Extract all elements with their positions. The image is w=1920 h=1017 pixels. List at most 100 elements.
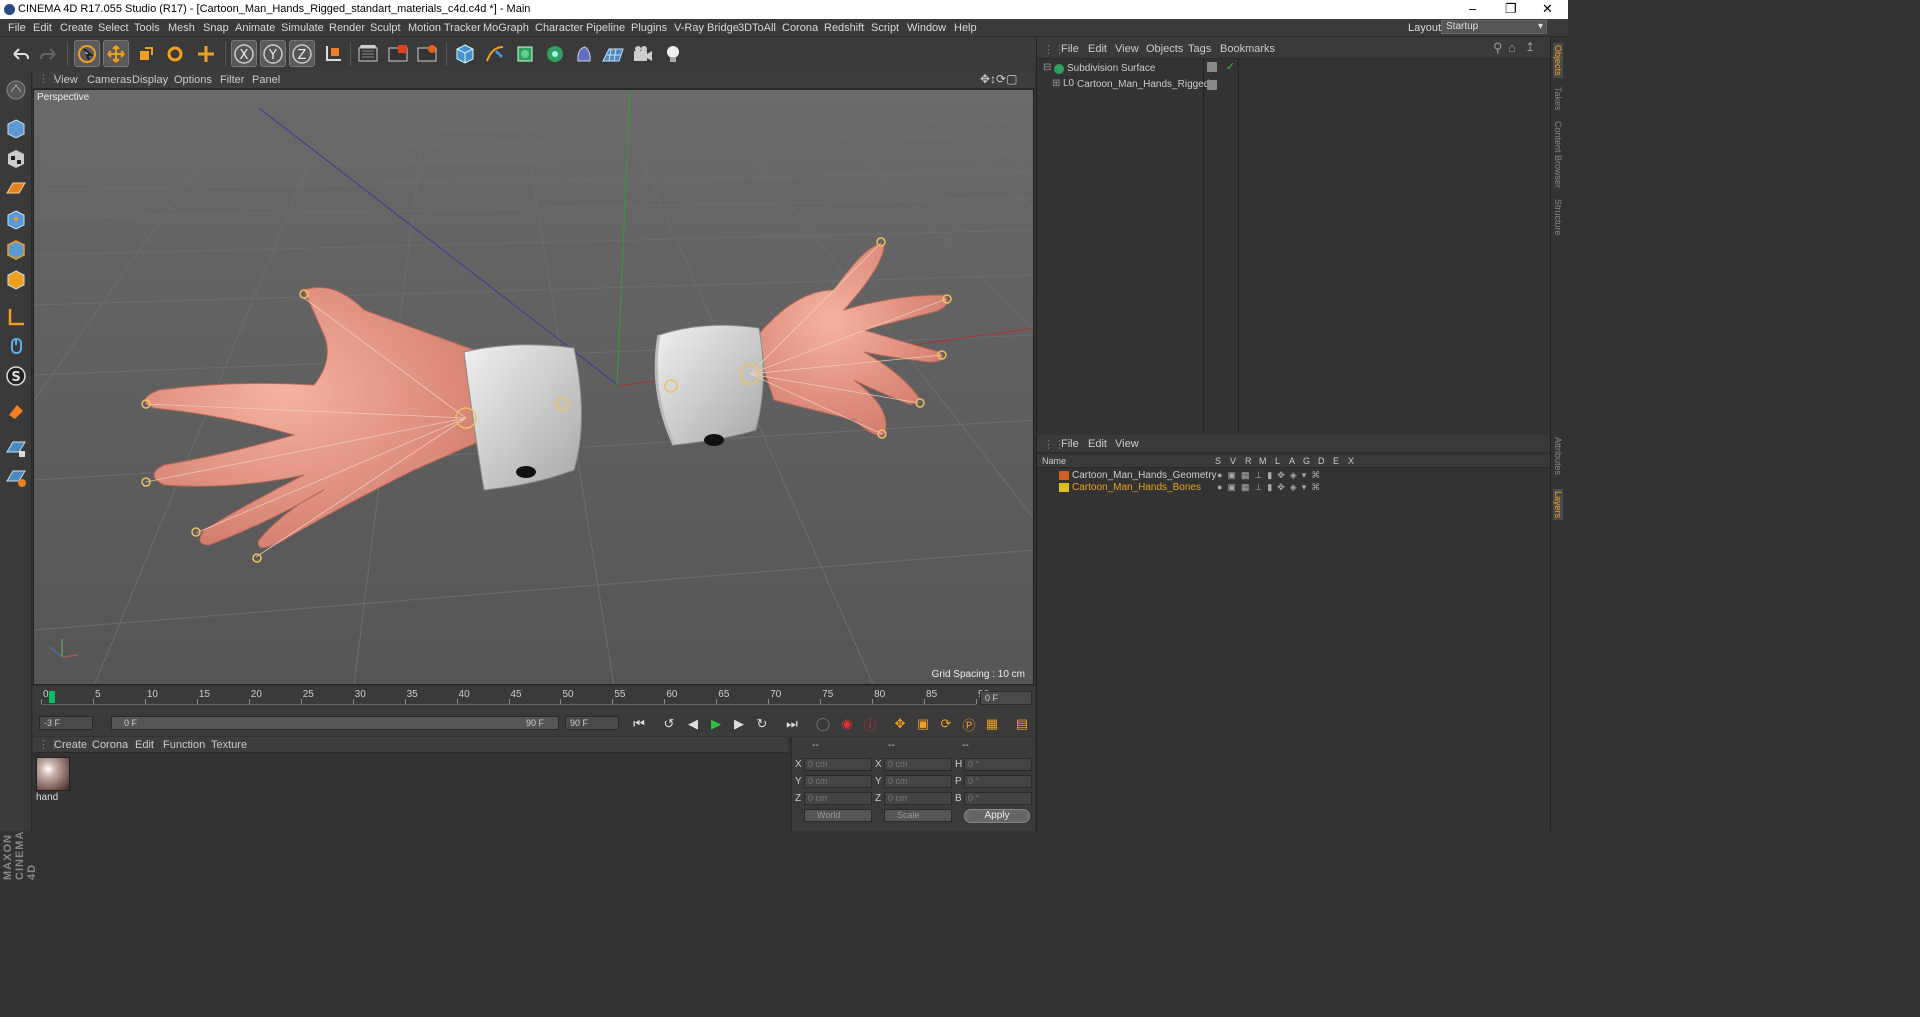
snap-icon[interactable]: S [3,363,29,389]
tab-objects[interactable]: Objects [1553,43,1563,78]
timeline[interactable]: 051015202530354045505560657075808590 0 F [33,686,1035,712]
live-select-icon[interactable] [193,40,219,67]
viewport-menu-view[interactable]: View [54,74,78,86]
scale-tool-icon[interactable] [133,40,159,67]
tab-layers[interactable]: Layers [1553,489,1563,521]
previous-frame-icon[interactable]: ◀ [683,714,703,734]
object-row-hands[interactable]: ⊞ L0 Cartoon_Man_Hands_Rigged [1037,77,1551,93]
minimize-icon[interactable]: – [1469,1,1476,16]
move-tool-icon[interactable] [103,40,129,67]
close-icon[interactable]: ✕ [1542,1,1553,17]
frame-range-slider[interactable]: 0 F 90 F [111,716,559,730]
material-menu-create[interactable]: Create [54,739,87,751]
menu-select[interactable]: Select [98,22,129,34]
select-tool-icon[interactable] [74,40,100,67]
render-view-icon[interactable] [355,40,381,67]
viewport-menu-panel[interactable]: Panel [252,74,280,86]
cube-icon[interactable] [452,40,478,67]
menu-file[interactable]: File [8,22,26,34]
layout-select[interactable]: Startup ▾ [1441,20,1547,34]
layer-row-bones[interactable]: Cartoon_Man_Hands_Bones ●▣▦⊥▮✥◈▾⌘ [1037,480,1551,496]
material-menu-corona[interactable]: Corona [92,739,128,751]
key-pla-icon[interactable]: ▦ [982,714,1002,734]
end-frame-field[interactable]: 90 F [565,716,619,730]
keyframe-selection-icon[interactable]: ◯ [813,714,833,734]
objects-menu-tags[interactable]: Tags [1188,43,1211,55]
layers-menu-file[interactable]: File [1061,438,1079,450]
tab-content-browser[interactable]: Content Browser [1553,121,1563,188]
current-frame-field[interactable]: 0 F [980,691,1032,705]
layers-menu-view[interactable]: View [1115,438,1139,450]
menu-help[interactable]: Help [954,22,977,34]
viewport-nav-icons[interactable]: ✥↕⟳▢ [980,72,1017,86]
lock-grid-icon[interactable] [3,436,29,462]
pen-spline-icon[interactable] [482,40,508,67]
y-axis-icon[interactable]: Y [260,40,286,67]
expand-icon[interactable]: ⊞ [1052,78,1060,89]
position-x-field[interactable]: 0 cm [804,758,872,771]
objects-menu-objects[interactable]: Objects [1146,43,1183,55]
previous-key-icon[interactable]: ↺ [659,714,679,734]
material-menu-edit[interactable]: Edit [135,739,154,751]
viewport-3d[interactable]: Perspective Grid Spacing : 10 cm [33,89,1034,685]
tab-attributes[interactable]: Attributes [1553,437,1563,475]
enabled-check-icon[interactable]: ✓ [1226,60,1235,73]
objects-menu-file[interactable]: File [1061,43,1079,55]
key-param-icon[interactable]: Ⓟ [959,714,979,734]
menu-window[interactable]: Window [907,22,946,34]
coordinate-system-icon[interactable] [320,40,346,67]
next-frame-icon[interactable]: ▶ [729,714,749,734]
texture-mode-icon[interactable] [3,146,29,172]
menu-mograph[interactable]: MoGraph [483,22,529,34]
menu-snap[interactable]: Snap [203,22,229,34]
objects-search-icon[interactable]: ⚲ [1493,40,1503,56]
menu-create[interactable]: Create [60,22,93,34]
menu-render[interactable]: Render [329,22,365,34]
menu-vray-bridge[interactable]: V-Ray Bridge [674,22,739,34]
magnet-icon[interactable] [3,399,29,425]
layer-color-swatch[interactable] [1059,483,1069,492]
menu-script[interactable]: Script [871,22,899,34]
play-icon[interactable]: ▶ [706,714,726,734]
rotation-p-field[interactable]: 0 ° [964,775,1032,788]
undo-icon[interactable] [7,40,33,67]
objects-menu-view[interactable]: View [1115,43,1139,55]
visibility-icon[interactable] [1207,62,1217,72]
size-y-field[interactable]: 0 cm [884,775,952,788]
material-menu-function[interactable]: Function [163,739,205,751]
timeline-ruler[interactable]: 051015202530354045505560657075808590 [41,689,989,705]
rotate-tool-icon[interactable] [162,40,188,67]
position-y-field[interactable]: 0 cm [804,775,872,788]
autokey-icon[interactable]: ⓘ [860,714,880,734]
rotation-h-field[interactable]: 0 ° [964,758,1032,771]
render-settings-icon[interactable] [414,40,440,67]
tweak-mode-icon[interactable] [3,333,29,359]
viewport-menu-display[interactable]: Display [132,74,168,86]
objects-menu-edit[interactable]: Edit [1088,43,1107,55]
menu-edit[interactable]: Edit [33,22,52,34]
objects-menu-bookmarks[interactable]: Bookmarks [1220,43,1275,55]
menu-simulate[interactable]: Simulate [281,22,324,34]
expand-icon[interactable]: ⊟ [1043,62,1051,73]
edges-mode-icon[interactable] [3,237,29,263]
floor-icon[interactable] [600,40,626,67]
light-icon[interactable] [660,40,686,67]
objects-home-icon[interactable]: ⌂ [1508,40,1516,55]
go-to-start-icon[interactable]: ⏮ [629,714,649,734]
points-mode-icon[interactable] [3,207,29,233]
restore-icon[interactable]: ❐ [1505,1,1517,17]
position-z-field[interactable]: 0 cm [804,792,872,805]
deformer-icon[interactable] [571,40,597,67]
x-axis-icon[interactable]: X [231,40,257,67]
tab-takes[interactable]: Takes [1553,87,1563,111]
viewport-menu-cameras[interactable]: Cameras [87,74,132,86]
menu-character[interactable]: Character [535,22,583,34]
camera-icon[interactable] [630,40,656,67]
menu-animate[interactable]: Animate [235,22,275,34]
menu-tools[interactable]: Tools [134,22,160,34]
cloner-icon[interactable] [542,40,568,67]
render-region-icon[interactable] [385,40,411,67]
menu-pipeline[interactable]: Pipeline [586,22,625,34]
tab-structure[interactable]: Structure [1553,199,1563,236]
go-to-end-icon[interactable]: ⏭ [782,714,802,734]
